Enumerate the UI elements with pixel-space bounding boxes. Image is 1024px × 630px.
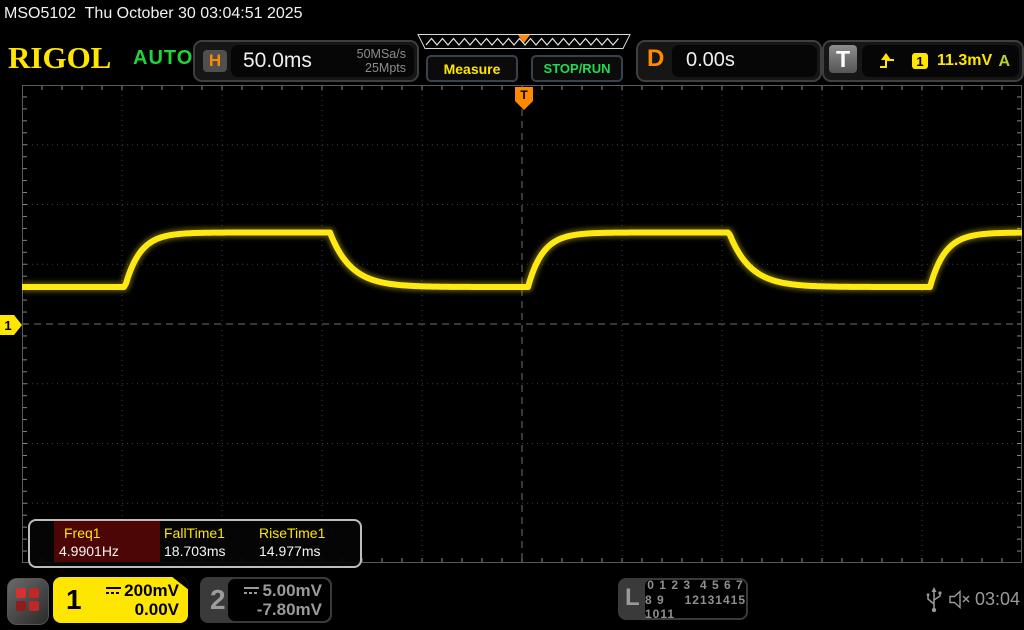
channel1-number: 1 xyxy=(66,584,82,616)
measurement-label: RiseTime1 xyxy=(259,525,325,541)
ch1-ground-label: 1 xyxy=(4,318,11,333)
horizontal-inner: 50.0ms 50MSa/s 25Mpts xyxy=(231,45,414,77)
trigger-panel[interactable]: 1 11.3mV A T xyxy=(822,40,1024,82)
logic-digits: 4 5 6 7 xyxy=(700,578,744,592)
horizontal-key-icon: H xyxy=(203,50,227,72)
sample-rate: 50MSa/s xyxy=(357,47,406,61)
memory-depth: 25Mpts xyxy=(357,61,406,75)
measurement-value: 14.977ms xyxy=(259,543,320,559)
stop-run-button[interactable]: STOP/RUN xyxy=(531,55,623,82)
trigger-position-marker[interactable]: T xyxy=(514,86,534,112)
trigger-key-icon: T xyxy=(829,45,857,73)
menu-button[interactable] xyxy=(7,578,49,625)
channel1-pill-notch xyxy=(171,577,188,590)
ch1-ground-marker[interactable]: 1 xyxy=(0,313,24,337)
measurement-value: 4.9901Hz xyxy=(59,543,119,559)
trigger-status-auto: AUTO xyxy=(133,47,193,70)
channel2-offset: -7.80mV xyxy=(244,600,322,619)
trigger-marker-label: T xyxy=(520,88,528,102)
channel1-scale: 200mV xyxy=(106,581,179,600)
dc-coupling-icon xyxy=(106,586,121,595)
speaker-muted-icon[interactable] xyxy=(948,590,972,609)
graticule xyxy=(22,85,1022,563)
trigger-level-value: 11.3mV xyxy=(937,52,992,70)
channel1-offset: 0.00V xyxy=(106,600,179,619)
measurement-label: Freq1 xyxy=(64,525,101,541)
oscilloscope-screen: { "title_bar": { "text": "MSO5102 Thu Oc… xyxy=(0,0,1024,630)
measurement-value: 18.703ms xyxy=(164,543,225,559)
status-title: MSO5102 Thu October 30 03:04:51 2025 xyxy=(4,5,303,23)
rising-edge-trigger-icon xyxy=(878,51,896,71)
logic-digits: 0 1 2 3 xyxy=(647,578,691,592)
delay-panel[interactable]: 0.00s D xyxy=(636,40,822,82)
channel2-scale: 5.00mV xyxy=(244,581,322,600)
logic-digits: 12131415 xyxy=(685,593,746,621)
delay-key-icon: D xyxy=(647,45,664,73)
menu-grid-icon xyxy=(16,588,40,612)
channel2-number: 2 xyxy=(210,584,226,616)
measurement-results-box[interactable]: Freq1 4.9901Hz FallTime1 18.703ms RiseTi… xyxy=(28,519,362,568)
acquisition-info: 50MSa/s 25Mpts xyxy=(357,47,406,75)
channel2-inner: 5.00mV -7.80mV xyxy=(228,579,330,621)
rigol-logo: RIGOL xyxy=(8,40,111,76)
logic-label: L xyxy=(625,584,640,612)
timebase-value: 50.0ms xyxy=(243,49,312,73)
measure-button[interactable]: Measure xyxy=(426,55,518,82)
logic-channels-pill[interactable]: L 0 1 2 3 4 5 6 7 8 9 1011 12131415 xyxy=(618,578,748,620)
delay-value: 0.00s xyxy=(686,49,735,72)
usb-icon xyxy=(925,586,943,614)
trigger-sweep-mode: A xyxy=(998,53,1010,71)
logic-digits: 8 9 1011 xyxy=(645,593,676,621)
clock: 03:04 xyxy=(975,589,1020,610)
delay-inner: 0.00s xyxy=(672,45,817,77)
measurement-label: FallTime1 xyxy=(164,525,225,541)
dc-coupling-icon xyxy=(244,586,259,595)
logic-inner: 0 1 2 3 4 5 6 7 8 9 1011 12131415 xyxy=(645,580,746,618)
channel1-pill[interactable]: 1 200mV 0.00V xyxy=(53,577,188,623)
trigger-inner: 1 11.3mV A xyxy=(862,45,1019,77)
channel2-pill[interactable]: 2 5.00mV -7.80mV xyxy=(200,577,332,623)
horizontal-panel[interactable]: 50.0ms 50MSa/s 25Mpts H xyxy=(193,40,419,82)
trigger-source-badge: 1 xyxy=(912,53,928,69)
